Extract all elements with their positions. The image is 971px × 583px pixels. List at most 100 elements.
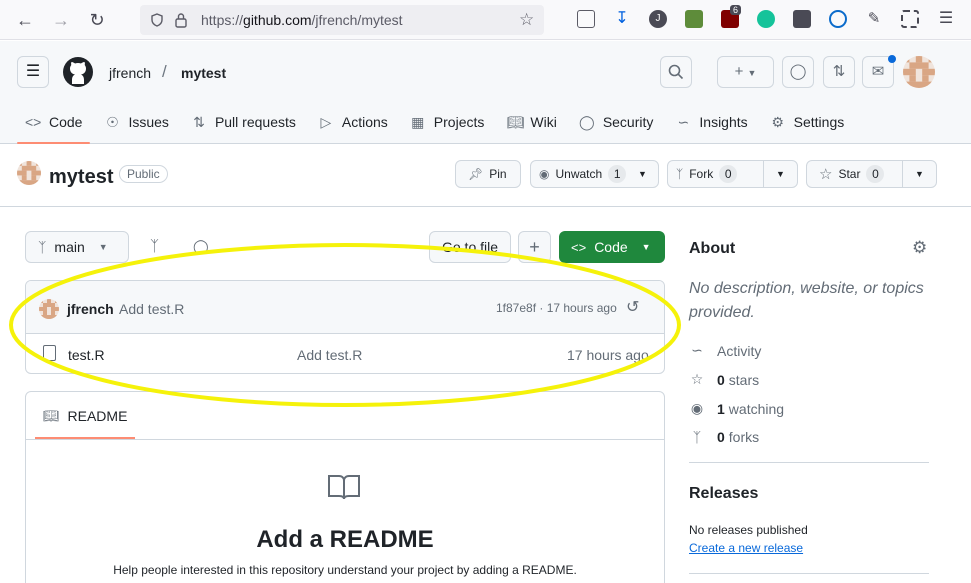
pocket-icon[interactable] [577, 10, 595, 28]
user-avatar[interactable] [903, 56, 935, 88]
commit-author-avatar[interactable] [39, 299, 59, 319]
history-icon[interactable]: ↺ [626, 297, 639, 317]
fork-icon: ᛉ [676, 167, 684, 181]
file-icon [43, 345, 56, 361]
extensions-puzzle-icon[interactable]: ✎ [865, 10, 883, 28]
eye-icon: ◉ [690, 400, 704, 416]
star-icon: ☆ [819, 166, 833, 183]
tab-label: Issues [128, 114, 169, 130]
releases-title[interactable]: Releases [689, 485, 758, 503]
extension-icon[interactable] [685, 10, 703, 28]
file-name[interactable]: test.R [68, 347, 105, 363]
stars-label: stars [728, 371, 760, 388]
tab-issues[interactable]: ☉ Issues [96, 104, 176, 140]
shield-icon: ◯ [578, 113, 595, 130]
activity-label: Activity [717, 342, 762, 359]
create-new-dropdown[interactable]: + ▼ [717, 56, 774, 88]
lock-icon [175, 13, 187, 28]
extension-circle-icon[interactable] [829, 10, 847, 28]
go-to-file-button[interactable]: Go to file [429, 231, 511, 263]
readme-divider [26, 439, 664, 440]
create-release-link[interactable]: Create a new release [689, 541, 803, 555]
forks-count: 0 [717, 429, 725, 445]
repo-name[interactable]: mytest [49, 166, 113, 189]
pin-label: Pin [489, 167, 507, 181]
reload-icon[interactable]: ↻ [86, 9, 108, 31]
forks-link[interactable]: ᛉ 0 forks [689, 429, 759, 445]
code-icon: <> [571, 239, 587, 255]
repo-title-row: mytest Public 📌︎ Pin ◉ Unwatch 1 ▼ ᛉ Fork 0 ▼… [0, 145, 971, 207]
download-icon[interactable]: ↧ [613, 10, 631, 28]
branches-icon[interactable]: ᛉ [150, 238, 159, 255]
activity-link[interactable]: ∽ Activity [689, 342, 761, 359]
tab-insights[interactable]: ∽ Insights [667, 104, 755, 140]
extension-s-icon[interactable] [793, 10, 811, 28]
graph-icon: ∽ [677, 113, 690, 130]
star-button[interactable]: ☆ Star 0 ▼ [806, 160, 937, 188]
watching-count: 1 [717, 400, 725, 417]
fork-button[interactable]: ᛉ Fork 0 ▼ [667, 160, 798, 188]
unwatch-label: Unwatch [555, 167, 603, 181]
tab-security[interactable]: ◯ Security [571, 104, 662, 140]
file-listing: jfrench Add test.R 1f87e8f · 17 hours ag… [25, 280, 665, 374]
gear-icon: ⚙ [771, 113, 784, 130]
bookmark-star-icon[interactable]: ☆ [519, 10, 534, 30]
tab-code[interactable]: <> Code [17, 104, 91, 144]
sidebar-divider [689, 573, 929, 574]
tab-settings[interactable]: ⚙ Settings [762, 104, 853, 140]
readme-help-text: Help people interested in this repositor… [113, 563, 577, 577]
grammarly-icon[interactable] [757, 10, 775, 28]
menu-icon[interactable]: ☰ [937, 10, 955, 28]
code-icon: <> [25, 114, 42, 130]
forward-arrow-icon[interactable]: → [50, 9, 72, 31]
readme-tab-label: README [67, 407, 128, 424]
add-file-plus-icon[interactable]: + [518, 231, 551, 263]
stars-link[interactable]: ☆ 0 stars [689, 371, 759, 388]
file-commit-message[interactable]: Add test.R [297, 347, 362, 363]
hamburger-menu-icon[interactable]: ☰ [17, 56, 49, 88]
breadcrumb-repo[interactable]: mytest [181, 65, 226, 81]
commit-author[interactable]: jfrench [67, 301, 114, 317]
back-arrow-icon[interactable]: ← [14, 9, 36, 31]
code-dropdown-button[interactable]: <> Code ▼ [559, 231, 665, 263]
commit-message[interactable]: Add test.R [119, 301, 184, 317]
unwatch-button[interactable]: ◉ Unwatch 1 ▼ [530, 160, 659, 188]
issues-icon[interactable]: ◯ [782, 56, 814, 88]
tab-actions[interactable]: ▷ Actions [310, 104, 396, 140]
caret-down-icon: ▼ [747, 68, 757, 78]
tab-label: Settings [793, 114, 845, 130]
address-bar[interactable]: https://github.com/jfrench/mytest ☆ [140, 5, 544, 35]
tab-label: Actions [341, 114, 388, 130]
play-icon: ▷ [320, 113, 332, 130]
gear-icon[interactable]: ⚙ [912, 238, 927, 258]
no-releases-text: No releases published [689, 523, 808, 537]
file-row[interactable]: test.R Add test.R 17 hours ago [26, 334, 664, 373]
pull-requests-icon[interactable]: ⇅ [823, 56, 855, 88]
repo-owner-avatar[interactable] [17, 161, 41, 185]
watching-link[interactable]: ◉ 1 watching [689, 400, 784, 417]
tab-projects[interactable]: ▦ Projects [402, 104, 493, 140]
tab-wiki[interactable]: 📖︎ Wiki [498, 104, 564, 140]
file-age: 17 hours ago [567, 347, 649, 363]
qr-code-icon[interactable] [901, 10, 919, 28]
pin-button[interactable]: 📌︎ Pin [455, 160, 521, 188]
caret-down-icon[interactable]: ▼ [902, 161, 936, 187]
commit-meta[interactable]: 1f87e8f · 17 hours ago [496, 301, 617, 315]
tag-icon[interactable]: ◯ [193, 238, 209, 255]
tab-pull-requests[interactable]: ⇅ Pull requests [183, 104, 304, 140]
fork-counter: 0 [719, 165, 738, 183]
latest-commit-row: jfrench Add test.R 1f87e8f · 17 hours ag… [26, 281, 664, 334]
search-icon[interactable] [660, 56, 692, 88]
shield-icon [151, 13, 163, 27]
breadcrumb-owner[interactable]: jfrench [109, 65, 151, 81]
profile-extension-icon[interactable]: J [649, 10, 667, 28]
caret-down-icon: ▼ [98, 242, 108, 252]
tab-label: Wiki [530, 114, 557, 130]
branch-selector[interactable]: ᛉ main ▼ [25, 231, 129, 263]
caret-down-icon[interactable]: ▼ [634, 161, 651, 187]
github-logo-icon[interactable] [62, 56, 94, 88]
readme-tab[interactable]: 📖︎ README [35, 392, 136, 439]
tab-label: Insights [699, 114, 748, 130]
caret-down-icon[interactable]: ▼ [763, 161, 797, 187]
star-icon: ☆ [690, 371, 704, 387]
